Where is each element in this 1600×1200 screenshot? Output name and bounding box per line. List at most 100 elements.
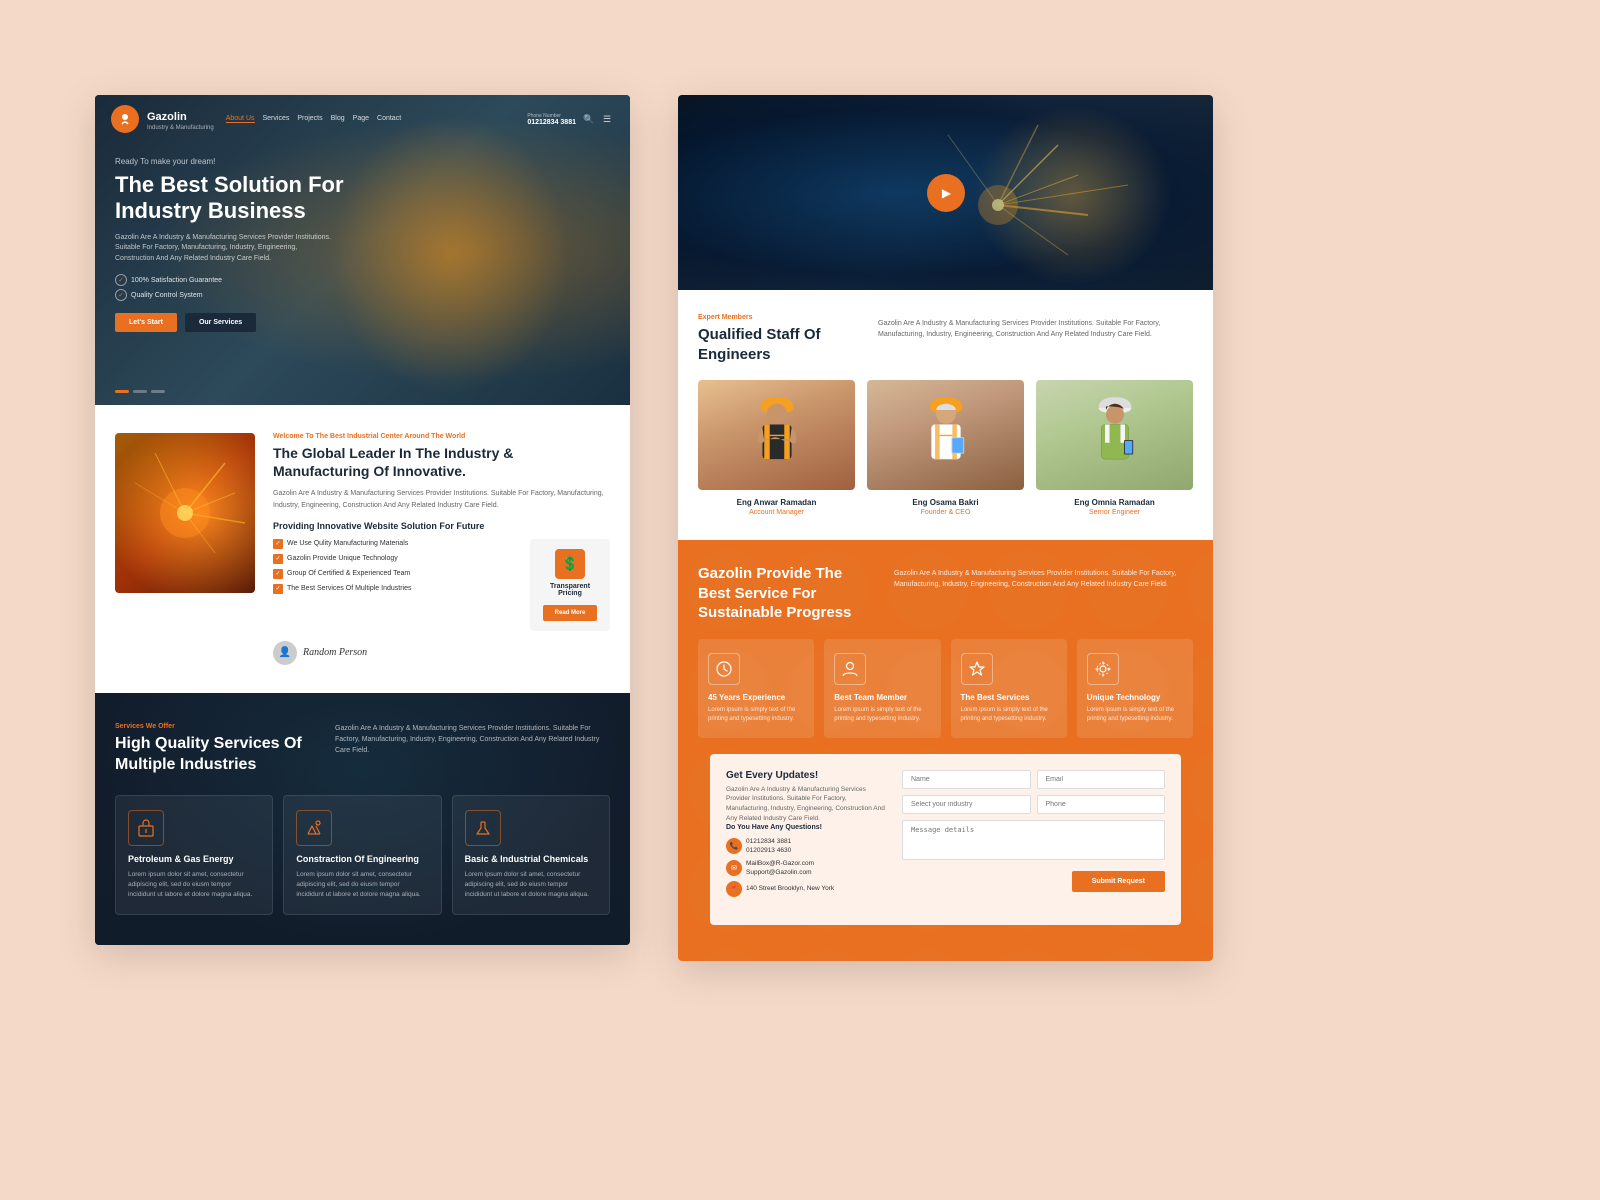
phone-number: 01212834 3881 [527, 119, 576, 126]
hero-dot-1[interactable] [115, 390, 129, 393]
location-icon: 📍 [726, 881, 742, 897]
orange-card-1: 45 Years Experience Lorem ipsum is simpl… [698, 639, 814, 738]
contact-question: Do You Have Any Questions! [726, 824, 886, 831]
hero-buttons: Let's Start Our Services [115, 313, 610, 332]
engineers-description: Gazolin Are A Industry & Manufacturing S… [878, 314, 1193, 340]
signature-area: 👤 Random Person [273, 641, 610, 665]
check-icon-1: ✓ [115, 274, 127, 286]
feature-label-4: The Best Services Of Multiple Industries [287, 585, 412, 592]
form-row-1 [902, 770, 1165, 789]
pricing-box: 💲 Transparent Pricing Read More [530, 539, 610, 631]
nav-link-aboutus[interactable]: About Us [226, 115, 255, 123]
orange-desc-col: Gazolin Are A Industry & Manufacturing S… [894, 564, 1193, 623]
about-features: We Use Qulity Manufacturing Materials Ga… [273, 539, 610, 631]
about-content: Welcome To The Best Industrial Center Ar… [255, 433, 610, 665]
hero-title: The Best Solution For Industry Business [115, 172, 395, 225]
contact-email-item: ✉ MailBox@R-Gazor.com Support@Gazolin.co… [726, 859, 886, 877]
logo-icon[interactable] [111, 105, 139, 133]
signature-avatar: 👤 [273, 641, 297, 665]
feature-check-icon-2 [273, 554, 283, 564]
nav-right: Phone Number 01212834 3881 🔍 ☰ [527, 112, 614, 126]
engineer-role-3: Sernor Engineer [1036, 509, 1193, 516]
service-card-desc-1: Lorem ipsum dolor sit amet, consectetur … [128, 870, 260, 899]
feature-item-2: Gazolin Provide Unique Technology [273, 554, 516, 564]
brand-name: Gazolin [147, 111, 187, 123]
service-card-3: Basic & Industrial Chemicals Lorem ipsum… [452, 795, 610, 914]
hero-dot-2[interactable] [133, 390, 147, 393]
hero-checks: ✓ 100% Satisfaction Guarantee ✓ Quality … [115, 274, 610, 301]
engineers-header: Expert Members Qualified Staff Of Engine… [698, 314, 1193, 364]
contact-phones: 01212834 3881 01202913 4630 [746, 837, 791, 855]
contact-title: Get Every Updates! [726, 770, 886, 781]
play-button[interactable] [927, 174, 965, 212]
best-services-icon [961, 653, 993, 685]
engineers-title: Qualified Staff Of Engineers [698, 325, 858, 364]
nav-link-contact[interactable]: Contact [377, 115, 401, 123]
contact-phone-item: 📞 01212834 3881 01202913 4630 [726, 837, 886, 855]
engineer-card-2: Eng Osama Bakri Founder & CEO [867, 380, 1024, 516]
video-section [678, 95, 1213, 290]
about-image [115, 433, 255, 593]
navbar: Gazolin Industry & Manufacturing About U… [95, 95, 630, 143]
submit-button[interactable]: Submit Request [1072, 871, 1165, 892]
email-input[interactable] [1037, 770, 1166, 789]
nav-link-blog[interactable]: Blog [331, 115, 345, 123]
about-title: The Global Leader In The Industry & Manu… [273, 444, 610, 480]
form-row-2 [902, 795, 1165, 814]
experience-icon [708, 653, 740, 685]
engineer-role-1: Account Manager [698, 509, 855, 516]
phone-input[interactable] [1037, 795, 1166, 814]
feature-item-1: We Use Qulity Manufacturing Materials [273, 539, 516, 549]
petroleum-icon [128, 810, 164, 846]
orange-card-title-2: Best Team Member [834, 693, 930, 702]
logo-text-block: Gazolin Industry & Manufacturing [147, 107, 214, 131]
pricing-label: Transparent Pricing [540, 583, 600, 597]
nav-link-projects[interactable]: Projects [297, 115, 322, 123]
services-desc-col: Gazolin Are A Industry & Manufacturing S… [335, 723, 610, 776]
contact-form-col: Submit Request [902, 770, 1165, 897]
about-section: Welcome To The Best Industrial Center Ar… [95, 405, 630, 693]
industry-input[interactable] [902, 795, 1031, 814]
phone-block: Phone Number 01212834 3881 [527, 113, 576, 126]
hero-check-1: ✓ 100% Satisfaction Guarantee [115, 274, 610, 286]
contact-info: 📞 01212834 3881 01202913 4630 ✉ MailBox@… [726, 837, 886, 897]
hero-dot-3[interactable] [151, 390, 165, 393]
our-services-button[interactable]: Our Services [185, 313, 256, 332]
nav-link-services[interactable]: Services [263, 115, 290, 123]
hero-check-label-1: 100% Satisfaction Guarantee [131, 277, 222, 284]
name-input[interactable] [902, 770, 1031, 789]
search-icon[interactable]: 🔍 [582, 112, 596, 126]
feature-label-2: Gazolin Provide Unique Technology [287, 555, 398, 562]
lets-start-button[interactable]: Let's Start [115, 313, 177, 332]
orange-card-desc-4: Lorem ipsum is simply text of the printi… [1087, 706, 1183, 724]
contact-address-item: 📍 140 Street Brooklyn, New York [726, 881, 886, 897]
nav-icons: 🔍 ☰ [582, 112, 614, 126]
orange-header: Gazolin Provide The Best Service For Sus… [698, 564, 1193, 623]
read-more-button[interactable]: Read More [543, 605, 598, 621]
services-cards: Petroleum & Gas Energy Lorem ipsum dolor… [115, 795, 610, 914]
services-description: Gazolin Are A Industry & Manufacturing S… [335, 723, 610, 757]
orange-cards: 45 Years Experience Lorem ipsum is simpl… [698, 639, 1193, 738]
team-icon [834, 653, 866, 685]
feature-list: We Use Qulity Manufacturing Materials Ga… [273, 539, 516, 599]
engineers-desc-col: Gazolin Are A Industry & Manufacturing S… [878, 314, 1193, 364]
about-tag: Welcome To The Best Industrial Center Ar… [273, 433, 610, 440]
hero-tagline: Ready To make your dream! [115, 157, 610, 166]
orange-card-title-1: 45 Years Experience [708, 693, 804, 702]
engineer-photo-1 [698, 380, 855, 490]
engineer-card-3: Eng Omnia Ramadan Sernor Engineer [1036, 380, 1193, 516]
feature-label-1: We Use Qulity Manufacturing Materials [287, 540, 408, 547]
contact-section: Get Every Updates! Gazolin Are A Industr… [710, 754, 1181, 925]
about-sub-title: Providing Innovative Website Solution Fo… [273, 521, 610, 531]
nav-link-page[interactable]: Page [353, 115, 369, 123]
hero-section: Gazolin Industry & Manufacturing About U… [95, 95, 630, 405]
about-description: Gazolin Are A Industry & Manufacturing S… [273, 488, 610, 510]
left-panel: Gazolin Industry & Manufacturing About U… [95, 95, 630, 945]
message-input[interactable] [902, 820, 1165, 860]
contact-header: Get Every Updates! Gazolin Are A Industr… [726, 770, 1165, 897]
feature-label-3: Group Of Certified & Experienced Team [287, 570, 410, 577]
nav-links: About Us Services Projects Blog Page Con… [226, 115, 520, 123]
menu-icon[interactable]: ☰ [600, 112, 614, 126]
feature-check-icon-3 [273, 569, 283, 579]
chemicals-icon [465, 810, 501, 846]
